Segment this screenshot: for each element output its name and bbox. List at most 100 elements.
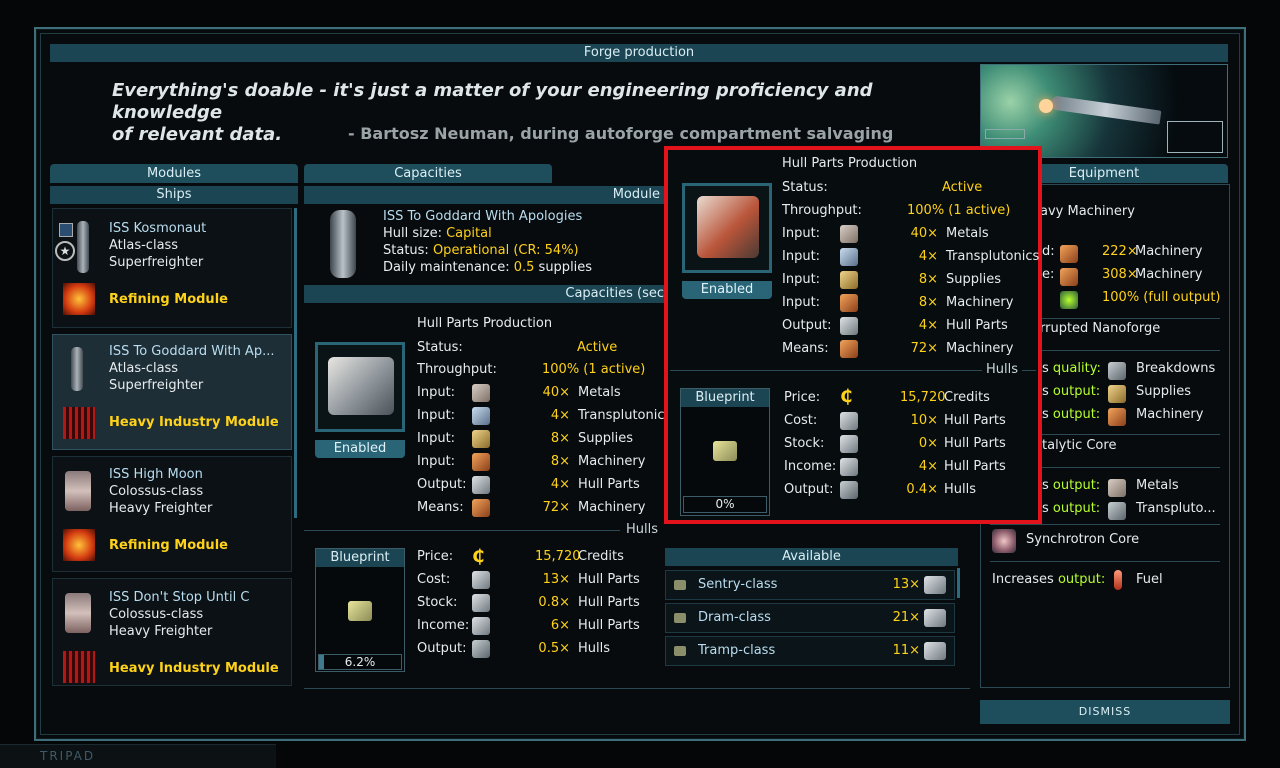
row-quantity: 72× bbox=[542, 500, 570, 515]
row-label: Input: bbox=[417, 454, 456, 469]
supplies-icon bbox=[1108, 385, 1126, 403]
module-header: Module bbox=[304, 186, 664, 204]
row-label: Stock: bbox=[417, 595, 458, 610]
popup-blueprint-header: Blueprint bbox=[681, 389, 769, 407]
dismiss-button[interactable]: DISMISS bbox=[980, 700, 1230, 724]
machinery-icon bbox=[1060, 268, 1078, 286]
effect-prefix: s output: bbox=[1042, 478, 1100, 493]
engine-glow-icon bbox=[1039, 99, 1053, 113]
popup-production-icon bbox=[682, 183, 772, 273]
ship-card-high-moon[interactable]: ISS High Moon Colossus-class Heavy Freig… bbox=[52, 456, 292, 572]
ships-scrollbar[interactable] bbox=[294, 208, 297, 518]
row-label: Output: bbox=[784, 482, 834, 497]
row-quantity: 0.5× bbox=[538, 641, 570, 656]
effect-keyword: output: bbox=[1052, 407, 1101, 422]
row-item: Hull Parts bbox=[946, 318, 1008, 333]
row-label: Input: bbox=[417, 385, 456, 400]
available-hull-row[interactable]: Sentry-class 13× bbox=[665, 570, 955, 600]
ship-name: ISS High Moon bbox=[109, 467, 203, 482]
hm-row-item: Machinery bbox=[1135, 267, 1203, 282]
tab-capacities[interactable]: Capacities bbox=[304, 164, 552, 183]
row-item: Hulls bbox=[578, 641, 611, 656]
row-item: Hull Parts bbox=[944, 436, 1006, 451]
row-label: Means: bbox=[782, 341, 829, 356]
ship-class: Colossus-class bbox=[109, 484, 204, 499]
maintenance-row: Daily maintenance: 0.5 supplies bbox=[383, 260, 592, 275]
hulls-icon bbox=[840, 481, 858, 499]
row-label: Stock: bbox=[784, 436, 825, 451]
row-quantity: 8× bbox=[550, 454, 570, 469]
effect-prefix-text: s bbox=[1042, 478, 1049, 493]
row-quantity: 6× bbox=[550, 618, 570, 633]
ship-class: Atlas-class bbox=[109, 238, 179, 253]
row-label: Income: bbox=[784, 459, 837, 474]
popup-blueprint-hull-icon bbox=[713, 441, 737, 461]
row-label: Input: bbox=[782, 272, 821, 287]
hull-class-icon bbox=[674, 613, 686, 623]
effect-prefix: s output: bbox=[1042, 384, 1100, 399]
effect-prefix-text: s bbox=[1042, 501, 1049, 516]
row-item: Hull Parts bbox=[578, 477, 640, 492]
popup-title: Hull Parts Production bbox=[782, 156, 918, 171]
available-hull-qty: 13× bbox=[892, 577, 920, 592]
popup-hulls-title: Hulls bbox=[982, 362, 1023, 377]
equipment-divider bbox=[1028, 318, 1220, 319]
maintenance-label: Daily maintenance: bbox=[383, 260, 510, 275]
production-throughput-label: Throughput: bbox=[417, 362, 497, 377]
tripad-tab[interactable]: TRIPAD bbox=[0, 744, 276, 768]
hulls-price-unit: Credits bbox=[578, 549, 624, 564]
ship-card-kosmonaut[interactable]: ★ ISS Kosmonaut Atlas-class Superfreight… bbox=[52, 208, 292, 328]
quote-line-1: Everything's doable - it's just a matter… bbox=[112, 80, 873, 123]
row-quantity: 0.8× bbox=[538, 595, 570, 610]
row-item: Supplies bbox=[946, 272, 1001, 287]
row-item: Hulls bbox=[944, 482, 977, 497]
available-hull-qty: 11× bbox=[892, 643, 920, 658]
hull-parts-icon bbox=[472, 617, 490, 635]
row-quantity: 8× bbox=[918, 295, 938, 310]
hulls-icon bbox=[472, 640, 490, 658]
popup-price-unit: Credits bbox=[944, 390, 990, 405]
hull-parts-icon bbox=[924, 609, 946, 627]
effect-icon bbox=[1108, 362, 1126, 380]
tab-modules[interactable]: Modules bbox=[50, 164, 298, 183]
hull-parts-icon bbox=[924, 642, 946, 660]
hull-size-row: Hull size: Capital bbox=[383, 226, 492, 241]
row-quantity: 4× bbox=[550, 408, 570, 423]
available-hull-name: Dram-class bbox=[698, 610, 771, 625]
hulls-title: Hulls bbox=[620, 522, 665, 537]
ship-portrait-image bbox=[980, 64, 1228, 158]
synchrotron-core-icon bbox=[992, 529, 1016, 553]
row-quantity: 10× bbox=[910, 413, 938, 428]
row-label: Means: bbox=[417, 500, 464, 515]
machinery-icon bbox=[472, 499, 490, 517]
equipment-divider bbox=[1028, 350, 1220, 351]
ship-status-value: Operational (CR: 54%) bbox=[432, 243, 579, 258]
row-quantity: 4× bbox=[918, 318, 938, 333]
machinery-icon bbox=[1060, 245, 1078, 263]
popup-blueprint-box: Blueprint 0% bbox=[680, 388, 770, 516]
ship-card-dont-stop[interactable]: ISS Don't Stop Until C Colossus-class He… bbox=[52, 578, 292, 686]
hm-row-prefix: e: bbox=[1042, 267, 1055, 282]
metals-icon bbox=[472, 384, 490, 402]
row-item: Hull Parts bbox=[578, 618, 640, 633]
ship-card-goddard[interactable]: ISS To Goddard With Ap... Atlas-class Su… bbox=[52, 334, 292, 450]
ship-hull-icon bbox=[65, 471, 91, 511]
effect-item: Metals bbox=[1136, 478, 1179, 493]
available-hull-row[interactable]: Dram-class 21× bbox=[665, 603, 955, 633]
popup-enabled-toggle[interactable]: Enabled bbox=[682, 281, 772, 299]
hull-parts-icon bbox=[840, 317, 858, 335]
available-scrollbar[interactable] bbox=[957, 568, 960, 598]
available-hull-row[interactable]: Tramp-class 11× bbox=[665, 636, 955, 666]
row-quantity: 40× bbox=[542, 385, 570, 400]
effect-prefix: s quality: bbox=[1042, 361, 1101, 376]
effect-prefix-text: s bbox=[1042, 384, 1049, 399]
machinery-icon bbox=[472, 453, 490, 471]
equipment-divider bbox=[990, 561, 1220, 562]
status-label: Status: bbox=[417, 340, 463, 355]
hull-size-value: Capital bbox=[446, 226, 492, 241]
hm-row-item: Machinery bbox=[1135, 244, 1203, 259]
hull-parts-icon bbox=[472, 476, 490, 494]
fuel-icon bbox=[1114, 570, 1122, 590]
production-enabled-toggle[interactable]: Enabled bbox=[315, 440, 405, 458]
row-item: Hull Parts bbox=[944, 459, 1006, 474]
